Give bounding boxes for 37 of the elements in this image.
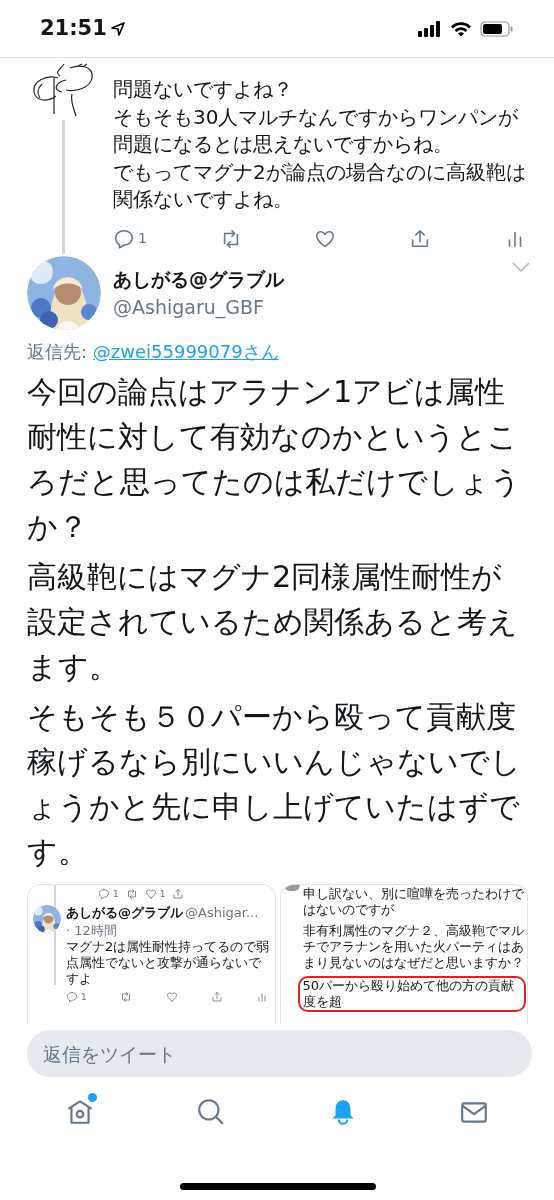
share-icon[interactable] xyxy=(172,888,185,900)
timestamp: · 12時間 xyxy=(66,923,117,939)
tweet-text: でもってマグナ2が論点の場合なのに高級鞄は関係ないですよね。 xyxy=(113,158,527,213)
tweet-text: そもそも30人マルチなんですからワンパンが問題になるとは思えないですからね。 xyxy=(113,103,520,158)
tweet-text: 高級鞄にはマグナ2同様属性耐性が設定されているため関係あると考えます。 xyxy=(26,558,519,686)
retweet-icon[interactable] xyxy=(125,888,138,900)
note-text: 申し訳ない、別に喧嘩を売ったわけではないのですが xyxy=(302,886,524,918)
note-text: 非有利属性のマグナ２、高級鞄でマルチでアラナンを用いた火パーティはあまり見ないのはなぜだと思いますか？ xyxy=(302,923,524,971)
tweet-text: そもそも５０パーから殴って貢献度稼げるなら別にいいんじゃないでしょうかと先に申し上げていたはずです。 xyxy=(26,698,522,871)
clock-time: 21:51 xyxy=(40,14,107,42)
heart-icon[interactable] xyxy=(165,991,178,1003)
retweet-icon[interactable] xyxy=(120,991,133,1003)
tweet-text: マグナ2は属性耐性持ってるので弱点属性でないと攻撃が通らないですよ xyxy=(66,939,271,987)
username: @Ashigaru_GBF xyxy=(113,295,265,321)
reply-to-text: 返信先: @zwei55999079さん xyxy=(27,340,280,364)
share-icon[interactable] xyxy=(211,991,224,1003)
tweet-text: 問題ないですよね？ xyxy=(113,76,294,103)
display-name: あしがる@グラブル xyxy=(66,905,183,921)
mention-link[interactable]: @zwei55999079さん xyxy=(92,341,279,362)
reply-icon[interactable] xyxy=(98,888,110,900)
count-label: 1 xyxy=(138,229,147,248)
highlighted-text: 50パーから殴り始めて他の方の貢献度を超 xyxy=(297,976,526,1012)
count-label: 1 xyxy=(113,888,119,901)
wifi-icon xyxy=(450,20,472,37)
heart-icon[interactable] xyxy=(144,888,157,900)
battery-icon xyxy=(480,20,514,37)
count-label: 1 xyxy=(81,991,87,1004)
tweet-text: 今回の論点はアラナン1アビは属性耐性に対して有効なのかというところだと思ってたのは私だけでしょうか？ xyxy=(26,373,522,546)
reply-field[interactable]: 返信をツイート xyxy=(27,1030,532,1077)
count-label: 1 xyxy=(159,888,166,901)
chevron-down-icon[interactable] xyxy=(512,262,530,272)
location-arrow-icon xyxy=(110,21,125,36)
display-name: あしがる@グラブル xyxy=(113,266,284,292)
signal-icon xyxy=(418,20,442,37)
reply-icon[interactable] xyxy=(113,227,135,250)
reply-icon[interactable] xyxy=(66,991,78,1003)
username: @Ashigar... xyxy=(185,905,259,921)
